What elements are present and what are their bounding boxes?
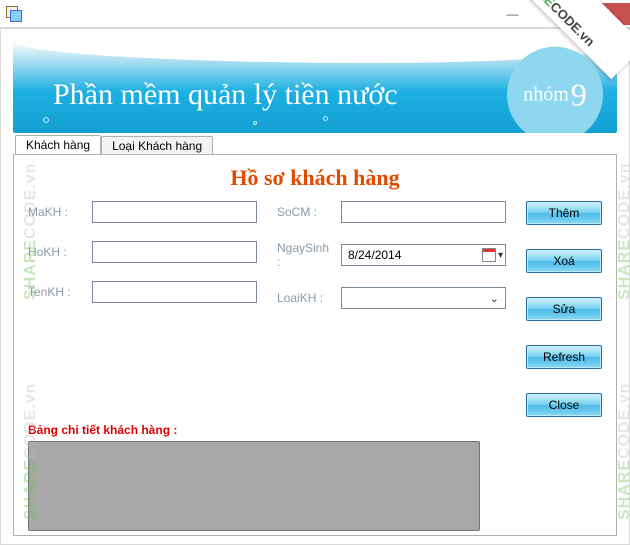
row-socm: SoCM : — [277, 201, 506, 223]
calendar-icon — [482, 248, 496, 262]
chevron-down-icon: ⌄ — [490, 292, 499, 305]
datepicker-ngaysinh[interactable]: 8/24/2014 ▾ — [341, 244, 506, 266]
input-makh[interactable] — [92, 201, 257, 223]
detail-label: Bảng chi tiết khách hàng : — [28, 423, 602, 437]
edit-button[interactable]: Sửa — [526, 297, 602, 321]
window-close-button[interactable]: ✕ — [580, 3, 630, 25]
add-button[interactable]: Thêm — [526, 201, 602, 225]
app-icon — [6, 6, 22, 22]
chevron-down-icon: ▾ — [498, 250, 503, 261]
window-frame: Phần mềm quản lý tiền nước nhóm 9 Khách … — [0, 28, 630, 545]
form-title: Hồ sơ khách hàng — [28, 165, 602, 191]
tab-control: Khách hàng Loại Khách hàng Hồ sơ khách h… — [13, 135, 617, 536]
form-col-left: MaKH : HoKH : TenKH : — [28, 201, 257, 417]
form-col-right: SoCM : NgaySinh : 8/24/2014 ▾ — [277, 201, 506, 417]
row-makh: MaKH : — [28, 201, 257, 223]
tab-customer-types[interactable]: Loại Khách hàng — [101, 136, 213, 156]
label-socm: SoCM : — [277, 205, 335, 219]
input-tenkh[interactable] — [92, 281, 257, 303]
label-makh: MaKH : — [28, 205, 86, 219]
maximize-button[interactable]: ☐ — [535, 3, 580, 25]
bubble-icon — [323, 116, 328, 121]
combobox-loaikh[interactable]: ⌄ — [341, 287, 506, 309]
label-tenkh: TenKH : — [28, 285, 86, 299]
form-area: MaKH : HoKH : TenKH : — [28, 201, 602, 417]
refresh-button[interactable]: Refresh — [526, 345, 602, 369]
row-ngaysinh: NgaySinh : 8/24/2014 ▾ — [277, 241, 506, 269]
delete-button[interactable]: Xoá — [526, 249, 602, 273]
badge-label: nhóm — [523, 83, 569, 106]
input-socm[interactable] — [341, 201, 506, 223]
action-buttons: Thêm Xoá Sửa Refresh Close — [526, 201, 602, 417]
label-ngaysinh: NgaySinh : — [277, 241, 335, 269]
form-columns: MaKH : HoKH : TenKH : — [28, 201, 506, 417]
row-hokh: HoKH : — [28, 241, 257, 263]
window-controls: — ☐ ✕ — [490, 3, 630, 25]
datepicker-value: 8/24/2014 — [348, 248, 401, 262]
titlebar-left — [6, 6, 26, 22]
banner-title: Phần mềm quản lý tiền nước — [53, 78, 398, 112]
detail-datagrid[interactable] — [28, 441, 480, 531]
tab-panel-customers: Hồ sơ khách hàng MaKH : HoKH : Ten — [13, 154, 617, 536]
row-tenkh: TenKH : — [28, 281, 257, 303]
banner-group-badge: nhóm 9 — [507, 47, 603, 133]
label-hokh: HoKH : — [28, 245, 86, 259]
bubble-icon — [43, 117, 49, 123]
input-hokh[interactable] — [92, 241, 257, 263]
row-loaikh: LoaiKH : ⌄ — [277, 287, 506, 309]
tab-strip: Khách hàng Loại Khách hàng — [13, 135, 617, 155]
badge-number: 9 — [571, 76, 587, 113]
app-banner: Phần mềm quản lý tiền nước nhóm 9 — [13, 41, 617, 133]
label-loaikh: LoaiKH : — [277, 291, 335, 305]
minimize-button[interactable]: — — [490, 3, 535, 25]
close-button[interactable]: Close — [526, 393, 602, 417]
bubble-icon — [253, 121, 257, 125]
window-titlebar: — ☐ ✕ — [0, 0, 630, 28]
tab-customers[interactable]: Khách hàng — [15, 135, 101, 155]
